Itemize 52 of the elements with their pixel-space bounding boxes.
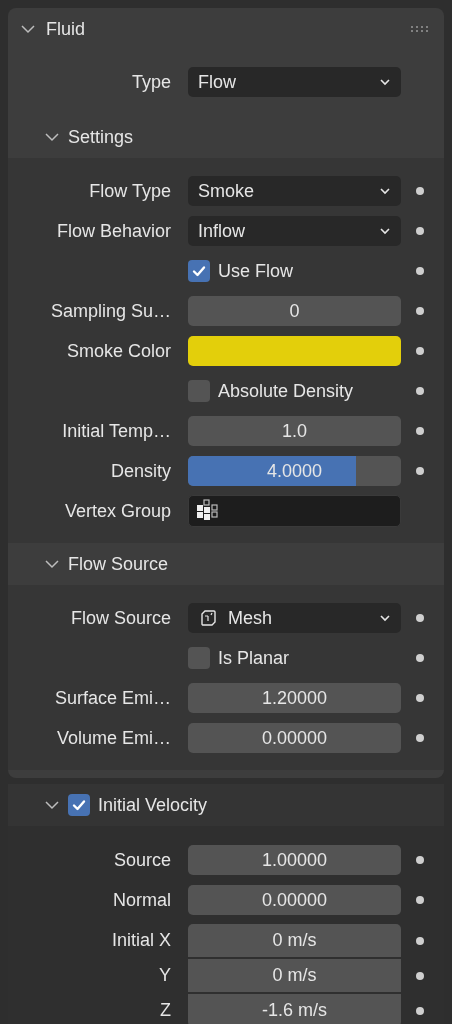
number-field[interactable]: 0.00000	[188, 723, 401, 753]
dropdown[interactable]: Smoke	[188, 176, 401, 206]
checkmark-icon	[191, 263, 207, 279]
caret-icon	[379, 185, 391, 197]
field-label: Y	[159, 964, 171, 987]
checkbox[interactable]	[188, 380, 210, 402]
number-field[interactable]: 1.0	[188, 416, 401, 446]
dropdown[interactable]: Mesh	[188, 603, 401, 633]
field-label: Sampling Su…	[50, 299, 171, 323]
field-label: Surface Emi…	[54, 686, 171, 710]
field-label: Initial Temp…	[62, 419, 171, 443]
dropdown[interactable]: Flow	[188, 67, 401, 97]
checkbox-label[interactable]: Is Planar	[218, 644, 290, 672]
subpanel-title[interactable]: Initial Velocity	[98, 791, 208, 819]
field-label: Flow Type	[89, 179, 171, 203]
drag-handle-icon[interactable]	[410, 25, 430, 33]
panel-title[interactable]: Fluid	[46, 15, 400, 43]
vertex-group-icon	[195, 499, 219, 523]
field-label: Normal	[113, 888, 171, 912]
field-label: Density	[110, 459, 171, 483]
number-field[interactable]: 1.20000	[188, 683, 401, 713]
number-field[interactable]: 0.00000	[188, 885, 401, 915]
checkbox-label[interactable]: Use Flow	[218, 257, 293, 285]
number-field[interactable]: 0	[188, 296, 401, 326]
field-label: Smoke Color	[66, 339, 171, 363]
field-label: Volume Emi…	[56, 726, 171, 750]
checkbox-label[interactable]: Absolute Density	[218, 377, 354, 405]
slider[interactable]: 4.0000	[188, 456, 401, 486]
number-field[interactable]: 1.00000	[188, 845, 401, 875]
number-field[interactable]: 0 m/s	[188, 959, 401, 992]
color-swatch[interactable]	[188, 336, 401, 366]
caret-icon	[379, 612, 391, 624]
field-label: Source	[113, 848, 171, 872]
field-label: Flow Source	[70, 606, 171, 630]
checkbox[interactable]	[68, 794, 90, 816]
field-label: Initial X	[111, 929, 171, 952]
field-label: Vertex Group	[64, 499, 171, 523]
number-field[interactable]: -1.6 m/s	[188, 994, 401, 1024]
caret-icon	[379, 76, 391, 88]
field-label: Type	[131, 70, 171, 94]
checkbox[interactable]	[188, 260, 210, 282]
vertex-group-field[interactable]	[188, 495, 401, 527]
subpanel-title[interactable]: Flow Source	[68, 550, 169, 578]
number-field[interactable]: 0 m/s	[188, 924, 401, 957]
dropdown[interactable]: Inflow	[188, 216, 401, 246]
field-label: Flow Behavior	[56, 219, 171, 243]
caret-icon	[379, 225, 391, 237]
subpanel-title[interactable]: Settings	[68, 123, 134, 151]
checkmark-icon	[71, 797, 87, 813]
cube-icon	[198, 608, 218, 628]
checkbox[interactable]	[188, 647, 210, 669]
field-label: Z	[160, 999, 171, 1022]
